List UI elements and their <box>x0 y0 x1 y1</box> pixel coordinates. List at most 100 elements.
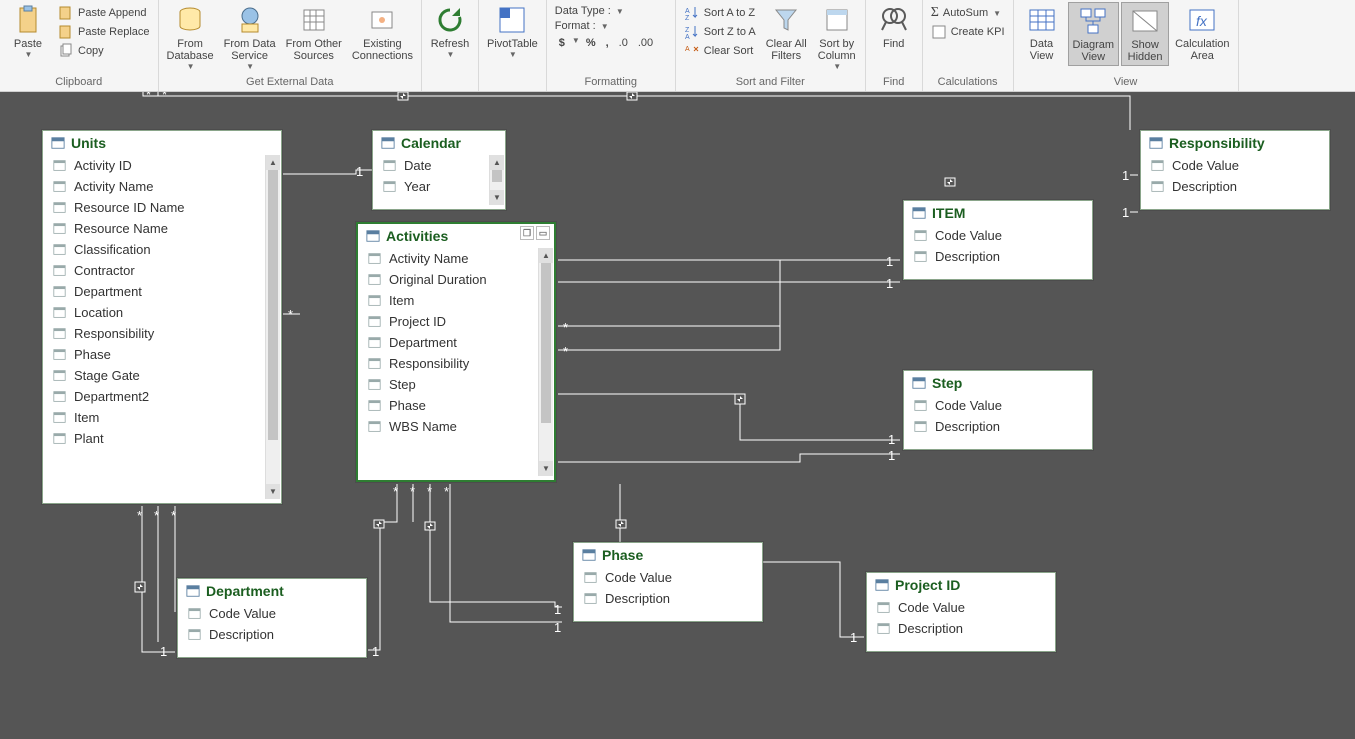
field-row[interactable]: Description <box>867 618 1055 639</box>
field-row[interactable]: Code Value <box>178 603 366 624</box>
copy-button[interactable]: Copy <box>54 42 154 60</box>
field-row[interactable]: Resource ID Name <box>43 197 281 218</box>
field-row[interactable]: Original Duration <box>358 269 554 290</box>
sort-az-button[interactable]: AZSort A to Z <box>680 4 760 22</box>
table-units[interactable]: Units Activity IDActivity NameResource I… <box>42 130 282 504</box>
table-department[interactable]: Department Code ValueDescription <box>177 578 367 658</box>
field-row[interactable]: Item <box>43 407 281 428</box>
table-calendar[interactable]: Calendar DateYear ▲ ▼ <box>372 130 506 210</box>
field-row[interactable]: Stage Gate <box>43 365 281 386</box>
scrollbar[interactable]: ▲ ▼ <box>538 248 553 476</box>
calculation-area-button[interactable]: fxCalculation Area <box>1171 2 1233 64</box>
increase-decimal-button[interactable]: .0 <box>615 36 632 50</box>
field-row[interactable]: Code Value <box>574 567 762 588</box>
format-dropdown[interactable]: Format :▼ <box>551 19 671 33</box>
percent-button[interactable]: % <box>582 36 600 50</box>
field-row[interactable]: Responsibility <box>358 353 554 374</box>
data-type-dropdown[interactable]: Data Type :▼ <box>551 4 671 18</box>
show-hidden-button[interactable]: Show Hidden <box>1121 2 1169 66</box>
scroll-thumb[interactable] <box>541 263 551 423</box>
from-other-sources-button[interactable]: From Other Sources <box>282 2 346 64</box>
field-row[interactable]: Activity ID <box>43 155 281 176</box>
data-view-button[interactable]: Data View <box>1018 2 1066 64</box>
autosum-button[interactable]: ΣAutoSum▼ <box>927 4 1009 22</box>
table-item[interactable]: ITEM Code ValueDescription <box>903 200 1093 280</box>
field-row[interactable]: Description <box>904 246 1092 267</box>
scroll-thumb[interactable] <box>492 170 502 182</box>
sort-za-button[interactable]: ZASort Z to A <box>680 23 760 41</box>
table-activities[interactable]: Activities ❐▭ Activity NameOriginal Dura… <box>356 222 556 482</box>
paste-replace-button[interactable]: Paste Replace <box>54 23 154 41</box>
table-header[interactable]: ITEM <box>904 201 1092 225</box>
comma-button[interactable]: , <box>602 36 613 50</box>
from-data-service-button[interactable]: From Data Service▼ <box>220 2 280 73</box>
field-name: Plant <box>74 431 104 446</box>
paste-append-button[interactable]: Paste Append <box>54 4 154 22</box>
field-row[interactable]: Code Value <box>904 395 1092 416</box>
field-row[interactable]: Contractor <box>43 260 281 281</box>
table-responsibility[interactable]: Responsibility Code ValueDescription <box>1140 130 1330 210</box>
field-row[interactable]: Plant <box>43 428 281 449</box>
clear-sort-button[interactable]: AClear Sort <box>680 42 760 60</box>
table-phase[interactable]: Phase Code ValueDescription <box>573 542 763 622</box>
scroll-down-button[interactable]: ▼ <box>266 484 280 499</box>
decrease-decimal-button[interactable]: .00 <box>634 36 657 50</box>
create-kpi-button[interactable]: Create KPI <box>927 23 1009 41</box>
scrollbar[interactable]: ▲ ▼ <box>489 155 504 205</box>
field-row[interactable]: Location <box>43 302 281 323</box>
table-header[interactable]: Department <box>178 579 366 603</box>
scroll-down-button[interactable]: ▼ <box>539 461 553 476</box>
currency-button[interactable]: $ <box>555 36 569 50</box>
field-row[interactable]: Year <box>373 176 505 197</box>
table-header[interactable]: Activities ❐▭ <box>358 224 554 248</box>
field-row[interactable]: Department2 <box>43 386 281 407</box>
field-row[interactable]: Activity Name <box>358 248 554 269</box>
scroll-up-button[interactable]: ▲ <box>266 155 280 170</box>
field-row[interactable]: Department <box>358 332 554 353</box>
field-row[interactable]: Project ID <box>358 311 554 332</box>
field-row[interactable]: Phase <box>358 395 554 416</box>
field-row[interactable]: Description <box>574 588 762 609</box>
scroll-thumb[interactable] <box>268 170 278 440</box>
field-row[interactable]: WBS Name <box>358 416 554 437</box>
field-row[interactable]: Activity Name <box>43 176 281 197</box>
field-row[interactable]: Resource Name <box>43 218 281 239</box>
restore-icon[interactable]: ▭ <box>536 226 550 240</box>
scroll-down-button[interactable]: ▼ <box>490 190 504 205</box>
table-header[interactable]: Responsibility <box>1141 131 1329 155</box>
field-row[interactable]: Code Value <box>1141 155 1329 176</box>
find-button[interactable]: Find <box>870 2 918 52</box>
table-projectid[interactable]: Project ID Code ValueDescription <box>866 572 1056 652</box>
table-header[interactable]: Calendar <box>373 131 505 155</box>
field-row[interactable]: Classification <box>43 239 281 260</box>
scrollbar[interactable]: ▲ ▼ <box>265 155 280 499</box>
maximize-icon[interactable]: ❐ <box>520 226 534 240</box>
field-row[interactable]: Code Value <box>904 225 1092 246</box>
pivottable-button[interactable]: PivotTable▼ <box>483 2 542 61</box>
table-header[interactable]: Units <box>43 131 281 155</box>
field-row[interactable]: Phase <box>43 344 281 365</box>
field-row[interactable]: Item <box>358 290 554 311</box>
scroll-up-button[interactable]: ▲ <box>539 248 553 263</box>
paste-button[interactable]: Paste ▼ <box>4 2 52 61</box>
table-header[interactable]: Phase <box>574 543 762 567</box>
field-row[interactable]: Description <box>178 624 366 645</box>
sort-by-column-button[interactable]: Sort by Column▼ <box>813 2 861 73</box>
field-row[interactable]: Department <box>43 281 281 302</box>
table-header[interactable]: Project ID <box>867 573 1055 597</box>
existing-connections-button[interactable]: Existing Connections <box>348 2 417 64</box>
table-header[interactable]: Step <box>904 371 1092 395</box>
refresh-button[interactable]: Refresh▼ <box>426 2 474 61</box>
table-step[interactable]: Step Code ValueDescription <box>903 370 1093 450</box>
clear-all-filters-button[interactable]: Clear All Filters <box>762 2 811 64</box>
field-row[interactable]: Description <box>1141 176 1329 197</box>
field-row[interactable]: Code Value <box>867 597 1055 618</box>
field-row[interactable]: Description <box>904 416 1092 437</box>
from-database-button[interactable]: From Database▼ <box>163 2 218 73</box>
diagram-canvas[interactable]: * * 1 * * * 1 1 1 1 1 1 * * * * * * * 1 … <box>0 92 1355 739</box>
field-row[interactable]: Date <box>373 155 505 176</box>
field-row[interactable]: Responsibility <box>43 323 281 344</box>
diagram-view-button[interactable]: Diagram View <box>1068 2 1120 66</box>
scroll-up-button[interactable]: ▲ <box>490 155 504 170</box>
field-row[interactable]: Step <box>358 374 554 395</box>
